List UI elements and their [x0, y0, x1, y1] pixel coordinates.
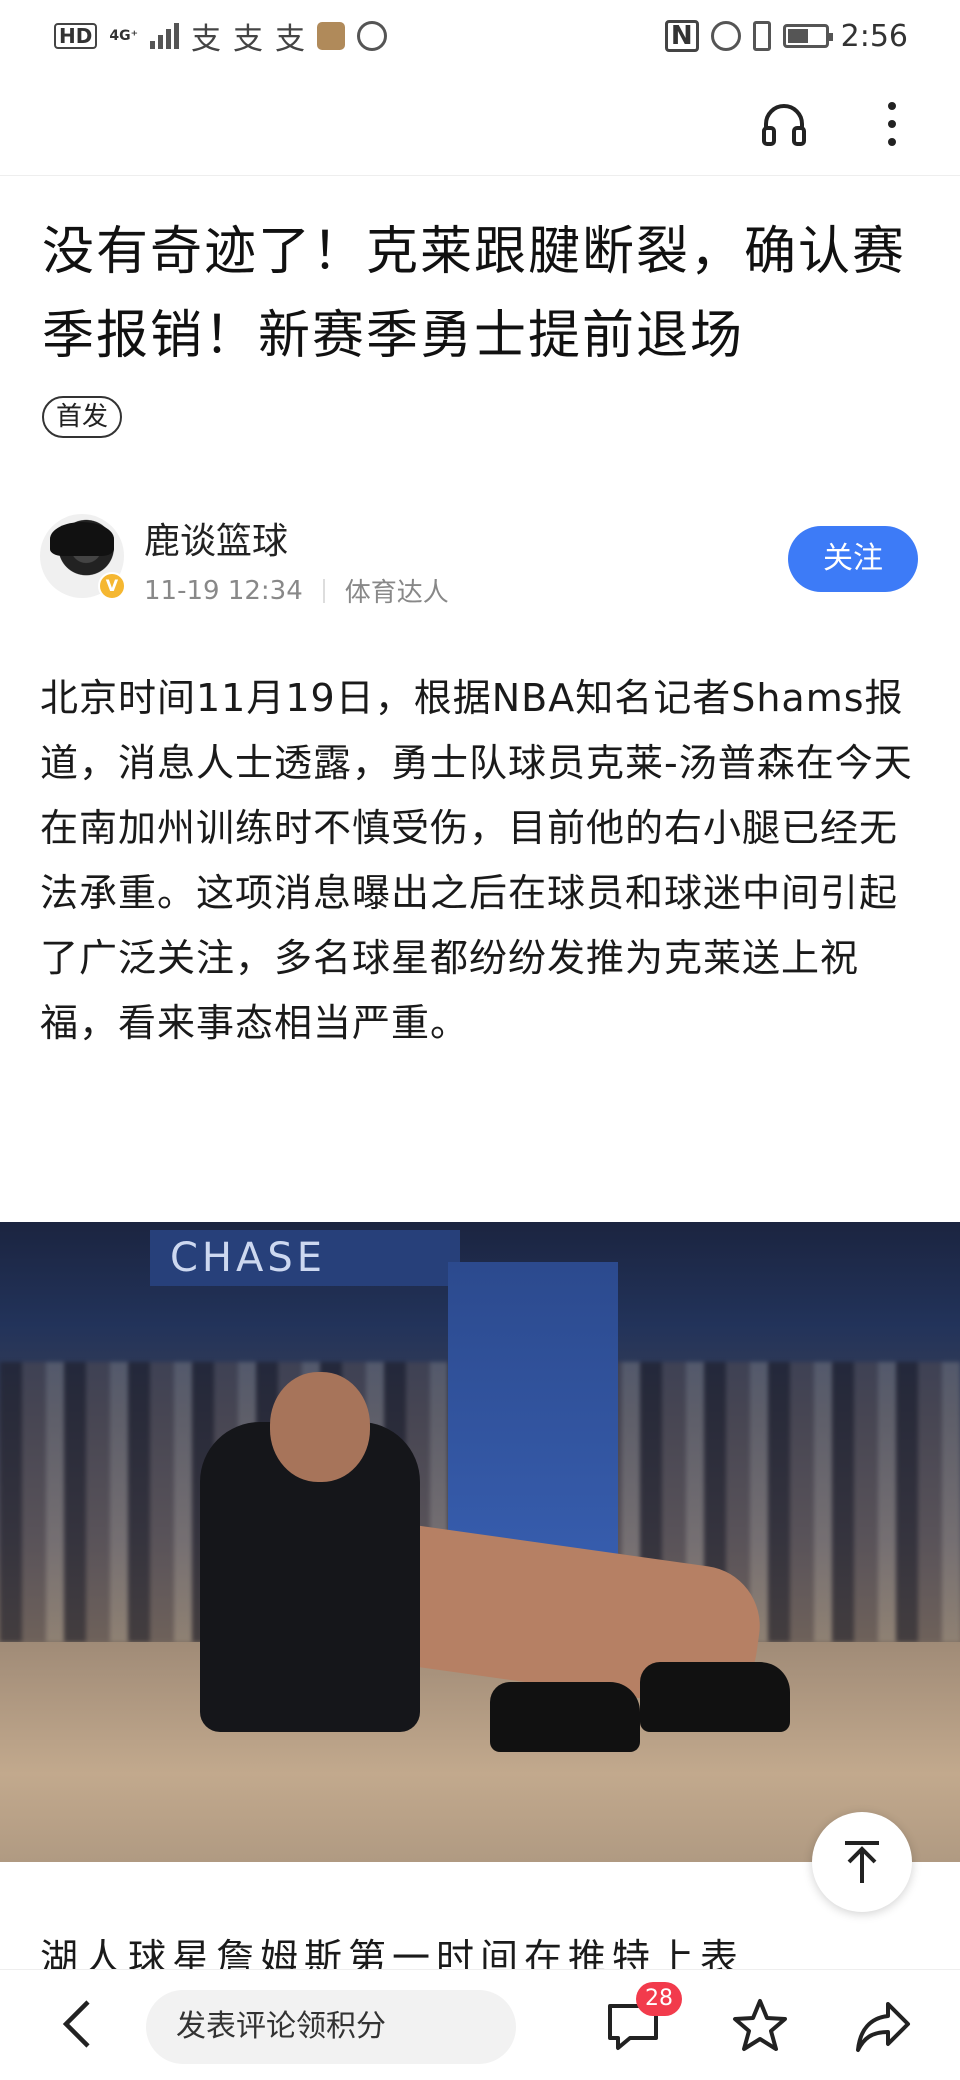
first-release-tag: 首发: [42, 396, 123, 438]
alarm-icon: [710, 21, 741, 51]
article-photo[interactable]: CHASE: [0, 1222, 960, 1862]
more-icon[interactable]: [872, 98, 912, 150]
bottom-bar: 发表评论领积分 28: [0, 1970, 960, 2080]
comment-input[interactable]: 发表评论领积分: [146, 1990, 516, 2064]
globe-icon: [356, 21, 387, 51]
comment-count-badge: 28: [636, 1982, 682, 2016]
clock: 2:56: [840, 18, 908, 54]
article-title: 没有奇迹了！克莱跟腱断裂，确认赛季报销！新赛季勇士提前退场: [42, 222, 907, 366]
headphone-icon[interactable]: [760, 100, 808, 148]
back-icon[interactable]: [56, 1996, 100, 2052]
divider: [322, 578, 325, 603]
author-category: 体育达人: [344, 578, 449, 608]
top-toolbar: [0, 72, 960, 176]
status-bar-right: N 2:56: [664, 18, 908, 54]
alipay-icon: 支: [274, 22, 305, 57]
star-icon[interactable]: [730, 1996, 790, 2056]
battery-icon: [782, 24, 833, 48]
verified-icon: V: [98, 572, 126, 600]
alipay-icon: 支: [190, 22, 221, 57]
status-bar: HD 4G⁺ 支 支 支 N 2:56: [0, 0, 960, 72]
arrow-up-icon: [845, 1841, 879, 1883]
network-type: 4G⁺: [109, 28, 138, 44]
alipay-icon: 支: [232, 22, 263, 57]
hd-indicator: HD: [54, 23, 98, 49]
nfc-icon: N: [664, 20, 699, 52]
article-paragraph-partial: 湖人球星詹姆斯第一时间在推特上表: [40, 1936, 745, 1976]
article-paragraph: 北京时间11月19日，根据NBA知名记者Shams报道，消息人士透露，勇士队球员…: [40, 676, 913, 1045]
author-name[interactable]: 鹿谈篮球: [144, 512, 288, 564]
photo-shoe: [640, 1662, 790, 1732]
author-meta: 11-19 12:34 体育达人: [144, 572, 449, 609]
photo-shoe: [490, 1682, 640, 1752]
back-to-top-button[interactable]: [812, 1812, 912, 1912]
status-bar-left: HD 4G⁺ 支 支 支: [54, 14, 387, 58]
app-notification-icon: [316, 22, 345, 50]
vibrate-icon: [752, 21, 771, 51]
signal-icon: [149, 23, 179, 49]
share-icon[interactable]: [852, 1996, 914, 2056]
follow-button[interactable]: 关注: [788, 526, 918, 592]
photo-banner: CHASE: [150, 1230, 460, 1286]
publish-date: 11-19 12:34: [144, 575, 303, 606]
photo-player-head: [270, 1372, 370, 1482]
